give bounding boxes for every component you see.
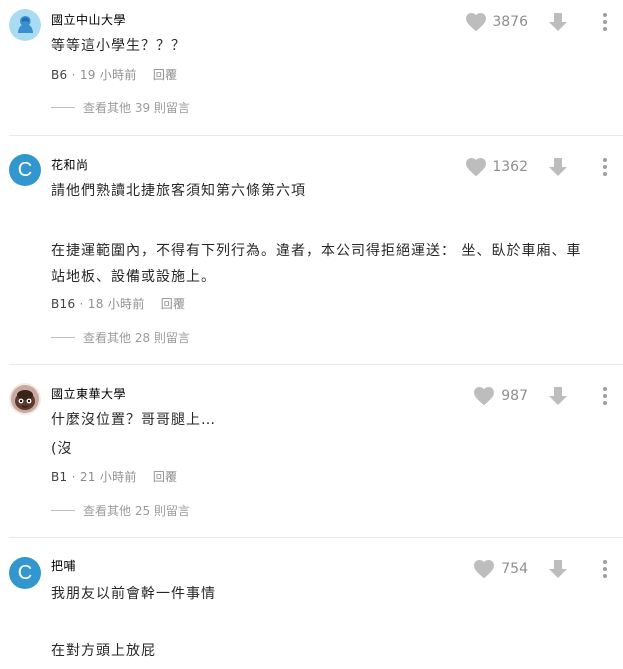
meta-separator: · <box>79 297 88 311</box>
comment-text: 站地板、設備或設施上。 <box>51 269 216 285</box>
comment-floor: B1 <box>51 470 68 484</box>
comment-divider <box>9 135 623 136</box>
comment-author[interactable]: 把哺 <box>51 558 76 574</box>
comment-text: 在捷運範圍內，不得有下列行為。違者，本公司得拒絕運送： 坐、臥於車廂、車 <box>51 243 582 259</box>
divider-dash <box>51 107 75 108</box>
view-more-replies-label: 查看其他 25 則留言 <box>83 504 190 518</box>
like-count: 1362 <box>492 159 528 175</box>
divider-dash <box>51 337 75 338</box>
reply-button[interactable]: 回覆 <box>161 297 186 311</box>
view-more-replies-label: 查看其他 39 則留言 <box>83 101 190 115</box>
comment-text: 我朋友以前會幹一件事情 <box>51 586 216 602</box>
more-options-icon[interactable] <box>595 10 615 34</box>
reply-button[interactable]: 回覆 <box>153 470 178 484</box>
comment-author[interactable]: 國立中山大學 <box>51 12 126 28</box>
comment-floor: B6 <box>51 68 68 82</box>
downvote-icon[interactable] <box>546 557 570 581</box>
comment-divider <box>9 364 623 365</box>
comment-text: 在對方頭上放屁 <box>51 643 156 659</box>
comment-time: 19 小時前 <box>79 68 137 82</box>
avatar[interactable] <box>9 9 41 41</box>
more-options-icon[interactable] <box>595 557 615 581</box>
more-options-icon[interactable] <box>595 384 615 408</box>
comment-meta: B16 · 18 小時前 回覆 <box>51 296 185 312</box>
comment-meta: B1 · 21 小時前 回覆 <box>51 469 177 485</box>
like-count: 3876 <box>492 14 528 30</box>
downvote-icon[interactable] <box>546 155 570 179</box>
view-more-replies[interactable]: 查看其他 25 則留言 <box>51 503 190 519</box>
comment-text: 等等這小學生？？？ <box>51 38 186 54</box>
comment-text: 什麼沒位置？哥哥腿上… <box>51 412 216 428</box>
person-avatar-icon <box>9 9 41 41</box>
comment-divider <box>9 537 623 538</box>
like-count: 754 <box>501 561 528 577</box>
downvote-icon[interactable] <box>546 384 570 408</box>
downvote-icon[interactable] <box>546 10 570 34</box>
more-options-icon[interactable] <box>595 155 615 179</box>
view-more-replies-label: 查看其他 28 則留言 <box>83 331 190 345</box>
divider-dash <box>51 510 75 511</box>
reply-button[interactable]: 回覆 <box>153 68 178 82</box>
character-avatar-icon <box>9 383 41 415</box>
view-more-replies[interactable]: 查看其他 28 則留言 <box>51 330 190 346</box>
like-count: 987 <box>501 388 528 404</box>
comment-author[interactable]: 國立東華大學 <box>51 386 126 402</box>
avatar[interactable] <box>9 383 41 415</box>
comment-meta: B6 · 19 小時前 回覆 <box>51 67 177 83</box>
avatar[interactable]: C <box>9 154 41 186</box>
comment-time: 18 小時前 <box>87 297 145 311</box>
meta-separator: · <box>71 470 80 484</box>
comment-text: (沒 <box>51 441 73 457</box>
meta-separator: · <box>71 68 80 82</box>
view-more-replies[interactable]: 查看其他 39 則留言 <box>51 100 190 116</box>
comment-floor: B16 <box>51 297 76 311</box>
avatar[interactable]: C <box>9 557 41 589</box>
comment-time: 21 小時前 <box>79 470 137 484</box>
comment-text: 請他們熟讀北捷旅客須知第六條第六項 <box>51 183 306 199</box>
comment-author[interactable]: 花和尚 <box>51 157 89 173</box>
